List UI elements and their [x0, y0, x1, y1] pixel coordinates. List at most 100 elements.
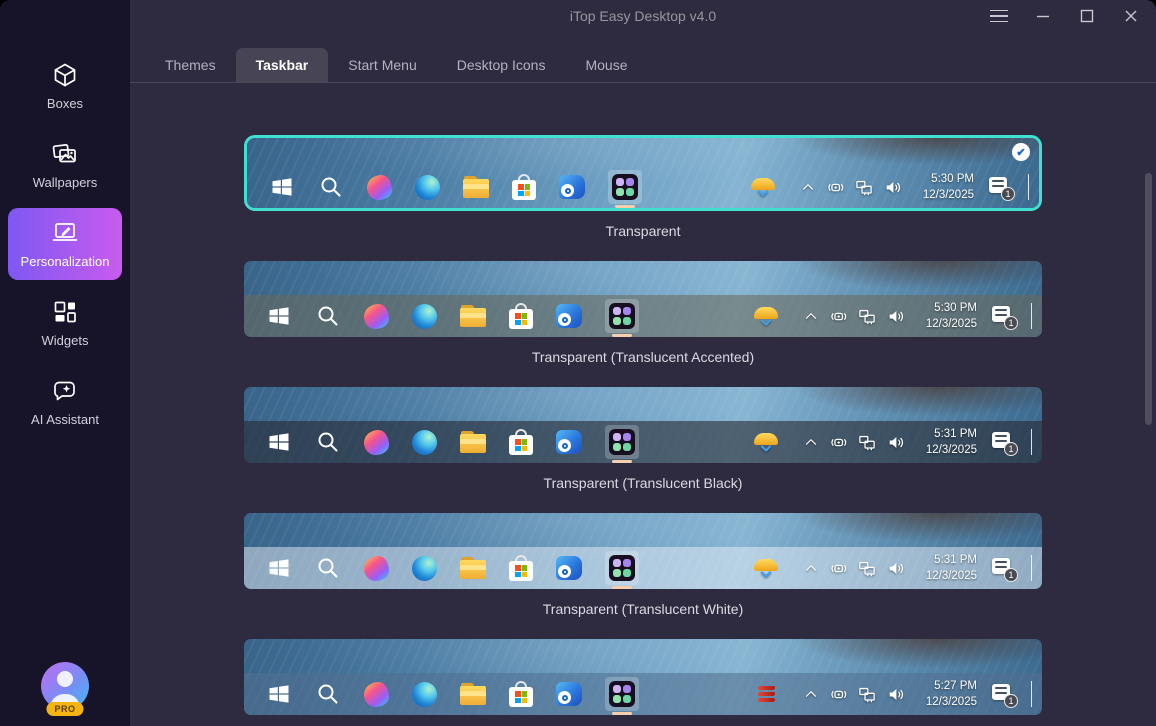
- tab-desktop-icons[interactable]: Desktop Icons: [437, 48, 566, 82]
- notification-count-badge: 1: [1004, 694, 1018, 708]
- network-icon: [857, 307, 877, 326]
- taskbar-style-card[interactable]: 5:30 PM 12/3/2025 1 ✔: [244, 135, 1042, 211]
- windows-start-icon: [266, 681, 292, 707]
- tray-clock: 5:31 PM 12/3/2025: [915, 552, 977, 584]
- titlebar: iTop Easy Desktop v4.0: [130, 0, 1156, 32]
- tab-mouse[interactable]: Mouse: [565, 48, 647, 82]
- taskbar-style-block: 5:31 PM 12/3/2025 1 ✔ Transparent (Trans…: [244, 387, 1042, 491]
- taskbar-style-block: 5:27 PM 12/3/2025 1 ✔: [244, 639, 1042, 715]
- app-window: Boxes Wallpapers Personalization Widgets…: [0, 0, 1156, 726]
- itop-app-icon-active: [608, 170, 642, 204]
- weather-sun-icon: [753, 307, 779, 326]
- taskbar-style-label: Transparent (Translucent White): [244, 601, 1042, 617]
- taskbar-tray: 5:30 PM 12/3/2025 1: [750, 171, 1029, 203]
- taskbar-style-block: 5:30 PM 12/3/2025 1 ✔ Transparent: [244, 135, 1042, 239]
- copilot-icon: [364, 304, 389, 329]
- tab-bar: Themes Taskbar Start Menu Desktop Icons …: [130, 48, 1156, 83]
- itop-app-icon: [609, 429, 635, 455]
- camera-icon: [829, 307, 848, 326]
- file-explorer-icon: [463, 176, 489, 198]
- show-desktop-divider: [1031, 429, 1032, 455]
- tab-themes[interactable]: Themes: [145, 48, 236, 82]
- taskbar-app-icons: [269, 170, 642, 204]
- edge-icon: [415, 175, 440, 200]
- taskbar-style-label: Transparent (Translucent Black): [244, 475, 1042, 491]
- itop-app-icon-active: [605, 299, 639, 333]
- tab-taskbar[interactable]: Taskbar: [236, 48, 329, 82]
- search-icon: [315, 555, 341, 581]
- store-icon: [509, 555, 533, 581]
- taskbar-style-block: 5:30 PM 12/3/2025 1 ✔ Transparent (Trans…: [244, 261, 1042, 365]
- tray-time: 5:27 PM: [934, 678, 977, 694]
- store-icon: [509, 681, 533, 707]
- wallpapers-icon: [51, 140, 79, 168]
- pro-badge: PRO: [46, 702, 83, 716]
- taskbar-preview: 5:31 PM 12/3/2025 1: [244, 421, 1042, 463]
- taskbar-style-card[interactable]: 5:30 PM 12/3/2025 1 ✔: [244, 261, 1042, 337]
- maximize-icon[interactable]: [1078, 7, 1096, 25]
- itop-app-icon: [609, 555, 635, 581]
- windows-start-icon: [266, 555, 292, 581]
- edge-icon: [412, 556, 437, 581]
- sidebar-item-ai-assistant[interactable]: AI Assistant: [8, 366, 122, 438]
- weather-sun-icon: [750, 178, 776, 197]
- taskbar-preview: 5:31 PM 12/3/2025 1: [244, 547, 1042, 589]
- menu-icon[interactable]: [990, 7, 1008, 25]
- close-icon[interactable]: [1122, 7, 1140, 25]
- taskbar-tray: 5:27 PM 12/3/2025 1: [753, 678, 1032, 710]
- notification-icon: 1: [990, 556, 1016, 580]
- store-icon: [512, 174, 536, 200]
- sidebar-item-label: Boxes: [47, 96, 83, 111]
- sidebar-item-personalization[interactable]: Personalization: [8, 208, 122, 280]
- chevron-up-icon: [802, 307, 820, 325]
- chevron-up-icon: [799, 178, 817, 196]
- sidebar-item-label: Personalization: [21, 254, 110, 269]
- minimize-icon[interactable]: [1034, 7, 1052, 25]
- outlook-icon: [559, 175, 585, 199]
- store-icon: [509, 429, 533, 455]
- taskbar-preview: 5:27 PM 12/3/2025 1: [244, 673, 1042, 715]
- network-icon: [857, 559, 877, 578]
- notification-icon: 1: [990, 430, 1016, 454]
- tray-date: 12/3/2025: [926, 568, 977, 584]
- tab-start-menu[interactable]: Start Menu: [328, 48, 436, 82]
- sidebar-item-wallpapers[interactable]: Wallpapers: [8, 129, 122, 201]
- volume-icon: [886, 559, 906, 578]
- taskbar-style-card[interactable]: 5:31 PM 12/3/2025 1 ✔: [244, 387, 1042, 463]
- sidebar: Boxes Wallpapers Personalization Widgets…: [0, 0, 130, 726]
- show-desktop-divider: [1028, 174, 1029, 200]
- search-icon: [315, 681, 341, 707]
- windows-start-icon: [266, 303, 292, 329]
- chevron-up-icon: [802, 559, 820, 577]
- network-icon: [857, 685, 877, 704]
- sidebar-item-widgets[interactable]: Widgets: [8, 287, 122, 359]
- edge-icon: [412, 682, 437, 707]
- taskbar-tray: 5:31 PM 12/3/2025 1: [753, 426, 1032, 458]
- sidebar-item-boxes[interactable]: Boxes: [8, 50, 122, 122]
- notification-icon: 1: [990, 304, 1016, 328]
- sidebar-item-label: Widgets: [42, 333, 89, 348]
- taskbar-style-card[interactable]: 5:31 PM 12/3/2025 1 ✔: [244, 513, 1042, 589]
- volume-icon: [886, 307, 906, 326]
- windows-start-icon: [266, 429, 292, 455]
- sidebar-item-label: Wallpapers: [33, 175, 98, 190]
- file-explorer-icon: [460, 431, 486, 453]
- personalization-icon: [51, 219, 79, 247]
- itop-app-icon-active: [605, 677, 639, 711]
- taskbar-style-card[interactable]: 5:27 PM 12/3/2025 1 ✔: [244, 639, 1042, 715]
- search-icon: [318, 174, 344, 200]
- tray-date: 12/3/2025: [926, 694, 977, 710]
- copilot-icon: [364, 556, 389, 581]
- taskbar-style-block: 5:31 PM 12/3/2025 1 ✔ Transparent (Trans…: [244, 513, 1042, 617]
- scrollbar-thumb[interactable]: [1145, 173, 1152, 425]
- taskbar-tray: 5:30 PM 12/3/2025 1: [753, 300, 1032, 332]
- tray-time: 5:31 PM: [934, 552, 977, 568]
- camera-icon: [829, 685, 848, 704]
- itop-app-icon: [609, 681, 635, 707]
- notification-count-badge: 1: [1004, 568, 1018, 582]
- outlook-icon: [556, 556, 582, 580]
- tray-clock: 5:27 PM 12/3/2025: [915, 678, 977, 710]
- red-waves-icon: [753, 686, 779, 702]
- cube-icon: [51, 61, 79, 89]
- avatar[interactable]: PRO: [41, 662, 89, 710]
